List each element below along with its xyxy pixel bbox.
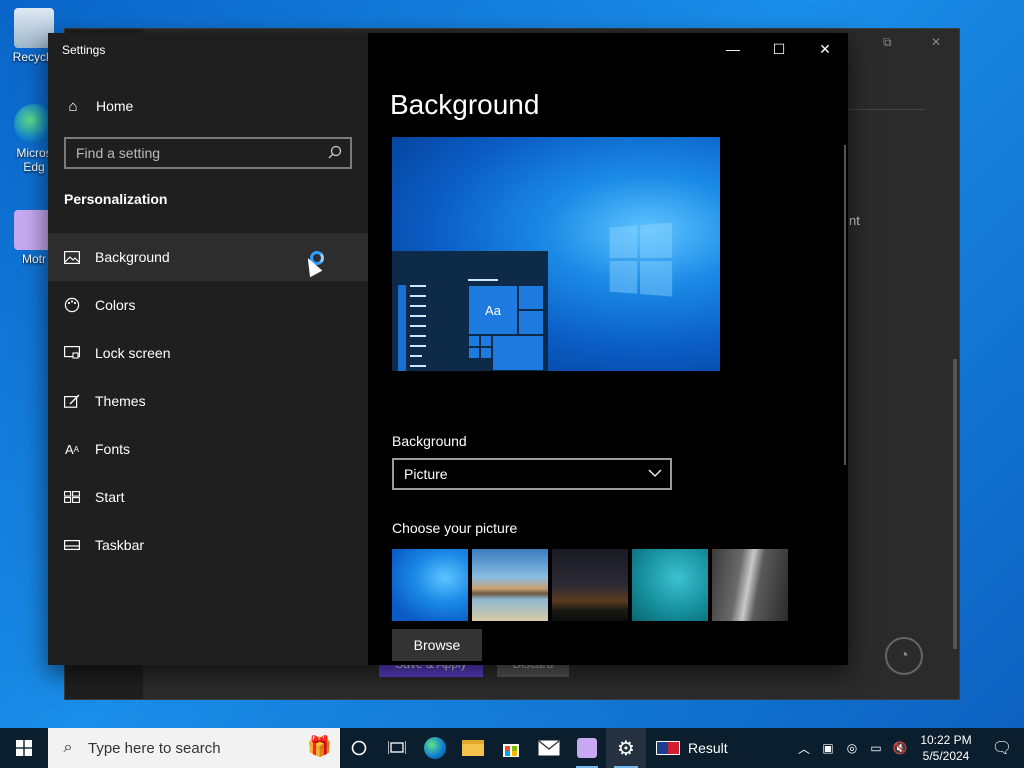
nav-item-label: Fonts [95,441,131,457]
search-input[interactable] [66,139,316,167]
gear-icon: ⚙ [617,737,635,760]
dropdown-value: Picture [404,466,448,482]
window-controls: — ☐ ✕ [710,33,848,65]
nav-item-label: Background [95,249,170,265]
taskbar-search-box[interactable]: ⌕ Type here to search 🎁 [48,728,340,768]
search-highlight-icon: 🎁 [307,736,332,758]
page-title: Background [390,89,540,120]
store-icon [503,744,519,757]
settings-content-pane: — ☐ ✕ Background Aa Background Picture C… [368,33,848,665]
start-menu-preview: Aa [392,251,548,371]
mlb-logo-icon [656,741,680,755]
task-view-icon [388,741,406,754]
windows-logo-icon [16,740,32,756]
taskbar-mail[interactable] [530,728,568,768]
network-icon[interactable]: ▭ [864,741,888,755]
picture-thumbnail-underwater[interactable] [632,549,708,621]
search-icon[interactable] [328,145,342,159]
mail-icon [538,740,560,756]
clock-time: 10:22 PM [920,733,972,747]
cortana-button[interactable] [340,728,378,768]
preview-rail [398,285,406,371]
background-type-dropdown[interactable]: Picture [392,458,672,490]
content-scrollbar[interactable] [844,145,846,465]
clock[interactable]: 10:22 PM 5/5/2024 [912,732,980,764]
nav-item-taskbar[interactable]: Taskbar [48,521,368,569]
picture-thumbnail-beach[interactable] [472,549,548,621]
nav-item-start[interactable]: Start [48,473,368,521]
nav-item-label: Lock screen [95,345,171,361]
picture-thumbnail-windows[interactable] [392,549,468,621]
settings-nav-pane: Settings ⌂ Home Personalization Backgrou… [48,33,368,665]
nav-item-label: Start [95,489,125,505]
notifications-icon[interactable]: 🗨 [980,738,1024,758]
start-button[interactable] [0,728,48,768]
taskbar-icon [64,538,80,552]
webcam-icon[interactable]: ◎ [840,741,864,755]
palette-icon [64,297,80,313]
news-label: Result [688,740,728,756]
preview-tile-aa: Aa [468,285,518,335]
section-title: Personalization [64,191,168,207]
taskbar-store[interactable] [492,728,530,768]
edge-icon [424,737,446,759]
background-label: Background [392,433,467,449]
picture-thumbnails [392,549,788,621]
minimize-button[interactable]: — [710,33,756,65]
windows-logo-icon [609,222,676,298]
divider [845,109,925,110]
settings-window: Settings ⌂ Home Personalization Backgrou… [48,33,848,665]
maximize-button[interactable]: ☐ [756,33,802,65]
picture-icon [64,250,80,264]
themes-icon [64,394,80,408]
cortana-icon [351,740,367,756]
taskbar-search-placeholder: Type here to search [88,739,221,757]
app-icon [577,738,597,758]
taskbar-file-explorer[interactable] [454,728,492,768]
restore-icon[interactable]: ⧉ [883,35,892,50]
home-link[interactable]: ⌂ Home [64,95,133,117]
save-icon[interactable]: ▣ [816,741,840,755]
home-icon: ⌂ [68,97,78,115]
system-tray: ︿ ▣ ◎ ▭ 🔇 10:22 PM 5/5/2024 🗨 [792,728,1024,768]
clock-date: 5/5/2024 [922,749,970,763]
news-widget[interactable]: Result [656,740,728,756]
nav-item-label: Colors [95,297,136,313]
home-label: Home [96,98,134,114]
close-icon[interactable]: ✕ [931,35,941,49]
taskbar: ⌕ Type here to search 🎁 ⚙ Result ︿ ▣ ◎ ▭… [0,728,1024,768]
scrollbar[interactable] [953,359,957,649]
folder-icon [462,740,484,756]
nav-item-colors[interactable]: Colors [48,281,368,329]
fonts-icon: AA [64,441,79,457]
start-icon [64,490,80,504]
gauge-icon[interactable]: ◔ [885,637,923,675]
nav-item-label: Themes [95,393,146,409]
chevron-down-icon [648,469,662,477]
browse-button[interactable]: Browse [392,629,482,661]
taskbar-app[interactable] [568,728,606,768]
close-button[interactable]: ✕ [802,33,848,65]
window-title: Settings [62,43,106,57]
background-preview: Aa [392,137,720,371]
nav-item-fonts[interactable]: AA Fonts [48,425,368,473]
choose-picture-label: Choose your picture [392,520,518,536]
partial-text: nt [849,213,860,228]
nav-item-label: Taskbar [95,537,145,553]
chevron-up-icon[interactable]: ︿ [792,740,816,757]
search-icon: ⌕ [63,739,73,756]
taskbar-edge[interactable] [416,728,454,768]
nav-list: Background Colors Lock screen Themes A A… [48,233,368,569]
nav-item-lock-screen[interactable]: Lock screen [48,329,368,377]
picture-thumbnail-night-sky[interactable] [552,549,628,621]
preview-tiles: Aa [468,285,544,371]
picture-thumbnail-waterfall[interactable] [712,549,788,621]
taskbar-settings[interactable]: ⚙ [606,728,646,768]
lock-screen-icon [64,346,80,360]
nav-item-themes[interactable]: Themes [48,377,368,425]
find-setting-search[interactable] [64,137,352,169]
volume-muted-icon[interactable]: 🔇 [888,741,912,755]
task-view-button[interactable] [378,728,416,768]
